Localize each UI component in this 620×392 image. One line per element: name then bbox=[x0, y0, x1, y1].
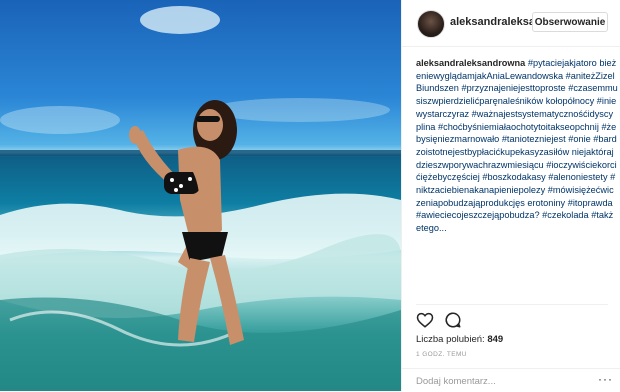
follow-button[interactable]: Obserwowanie bbox=[532, 12, 608, 32]
likes-number: 849 bbox=[487, 334, 504, 345]
more-options-icon[interactable]: ··· bbox=[598, 373, 613, 385]
post-photo[interactable] bbox=[0, 0, 401, 391]
hashtag-link[interactable]: #choćbyśniemiałaochotytoitakseopchnij bbox=[438, 122, 599, 132]
beach-scene bbox=[0, 6, 401, 391]
likes-label: Liczba polubień: bbox=[416, 334, 485, 345]
comment-input[interactable] bbox=[414, 373, 588, 390]
hashtag-link[interactable]: #alenoniestety bbox=[548, 172, 607, 182]
post-header: aleksandraleksar Obserwowanie bbox=[402, 0, 620, 47]
hashtag-list: #pytaciejakjatoro bieżeniewyglądamjakAni… bbox=[416, 58, 618, 233]
hashtag-link[interactable]: #przyznajeniejesttoproste bbox=[461, 83, 565, 93]
divider bbox=[416, 304, 608, 305]
instagram-post: aleksandraleksar Obserwowanie aleksandra… bbox=[0, 0, 620, 391]
comment-bar: ··· bbox=[402, 368, 620, 392]
post-side-panel: aleksandraleksar Obserwowanie aleksandra… bbox=[401, 0, 620, 391]
caption-author[interactable]: aleksandraleksandrowna bbox=[416, 58, 525, 68]
heart-outline-icon[interactable] bbox=[416, 311, 434, 329]
hashtag-link[interactable]: #awieciecojeszczejąpobudza? bbox=[416, 210, 540, 220]
speech-bubble-icon[interactable] bbox=[444, 311, 462, 329]
avatar[interactable] bbox=[417, 10, 445, 38]
post-caption: aleksandraleksandrowna #pytaciejakjatoro… bbox=[416, 57, 618, 297]
likes-count[interactable]: Liczba polubień: 849 bbox=[416, 334, 503, 345]
post-username[interactable]: aleksandraleksar bbox=[450, 16, 539, 28]
hashtag-link[interactable]: #boszkodakasy bbox=[482, 172, 545, 182]
hashtag-link[interactable]: #itoprawda bbox=[568, 198, 613, 208]
post-timestamp[interactable]: 1 GODZ. TEMU bbox=[416, 351, 467, 358]
hashtag-link[interactable]: #czekolada bbox=[542, 210, 588, 220]
hashtag-link[interactable]: #onie bbox=[568, 134, 590, 144]
hashtag-link[interactable]: #taniotezniejest bbox=[502, 134, 566, 144]
